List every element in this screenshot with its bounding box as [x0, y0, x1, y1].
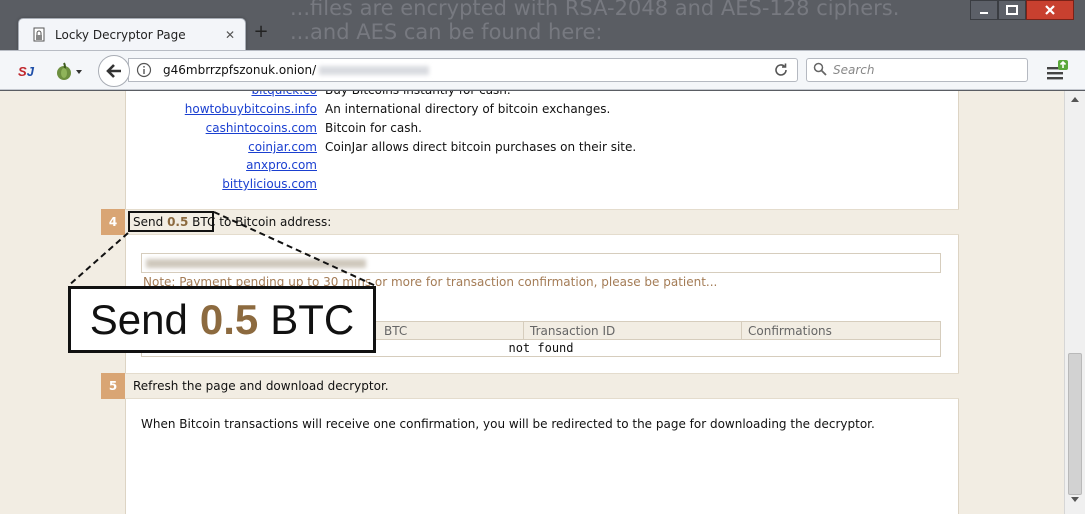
browser-window: Locky Decryptor Page ✕ + SJ g46mbrrzpfsz… — [0, 0, 1085, 514]
callout-send: Send — [89, 295, 188, 343]
zoom-callout: Send 0.5 BTC — [68, 286, 376, 353]
callout-leader-lines — [67, 211, 377, 287]
callout-currency: BTC — [270, 295, 355, 343]
callout-amount: 0.5 — [199, 295, 259, 343]
